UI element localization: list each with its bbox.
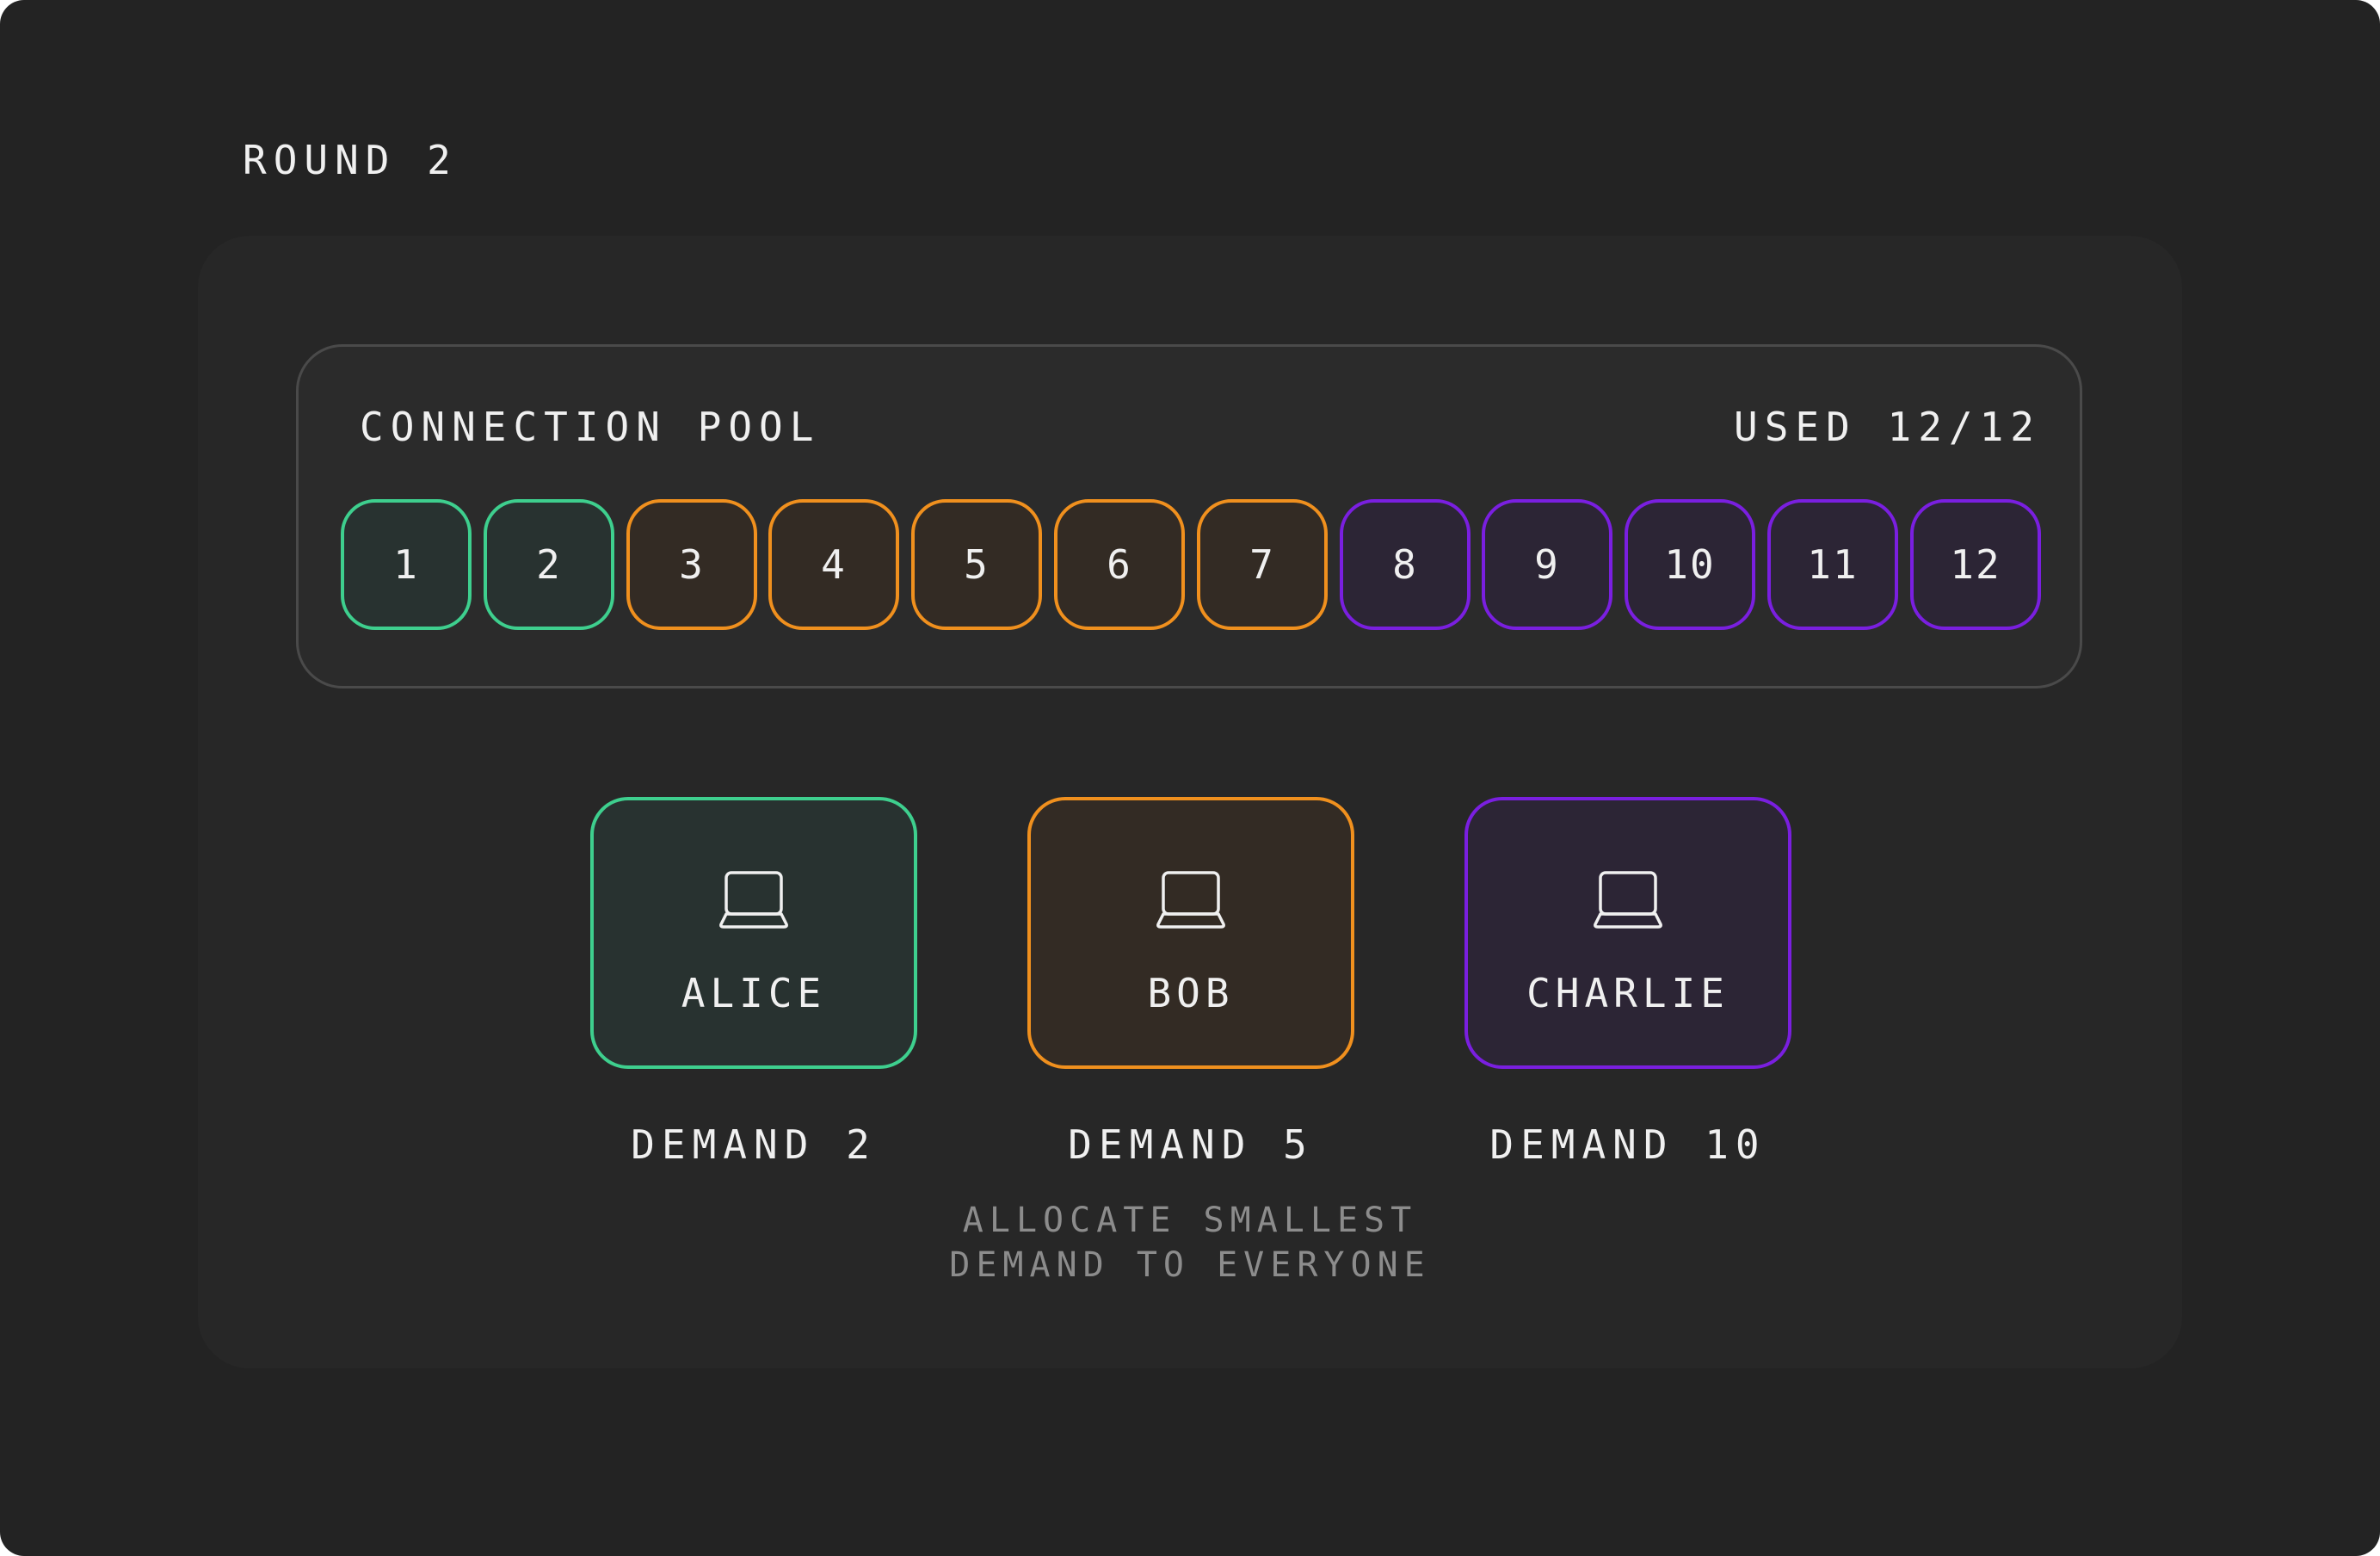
pool-slot-3: 3 <box>626 499 757 630</box>
pool-slot-8: 8 <box>1340 499 1471 630</box>
laptop-icon <box>1594 871 1662 929</box>
demand-bob: DEMAND 5 <box>1068 1121 1314 1168</box>
client-card-alice: ALICE <box>590 797 917 1069</box>
laptop-icon <box>719 871 788 929</box>
pool-slot-2: 2 <box>484 499 614 630</box>
pool-slot-6: 6 <box>1054 499 1185 630</box>
pool-slot-11: 11 <box>1767 499 1898 630</box>
pool-slot-9: 9 <box>1482 499 1612 630</box>
pool-title: CONNECTION POOL <box>360 404 821 450</box>
client-name: CHARLIE <box>1526 970 1730 1016</box>
pool-slot-4: 4 <box>768 499 899 630</box>
pool-slot-5: 5 <box>911 499 1042 630</box>
caption: ALLOCATE SMALLEST DEMAND TO EVERYONE <box>760 1198 1620 1287</box>
demand-alice: DEMAND 2 <box>631 1121 877 1168</box>
diagram-frame: ROUND 2 CONNECTION POOL USED 12/12 12345… <box>0 0 2380 1556</box>
client-card-charlie: CHARLIE <box>1464 797 1791 1069</box>
pool-slot-10: 10 <box>1625 499 1755 630</box>
pool-slot-12: 12 <box>1910 499 2041 630</box>
client-card-bob: BOB <box>1027 797 1354 1069</box>
caption-line: DEMAND TO EVERYONE <box>949 1245 1431 1285</box>
client-name: BOB <box>1147 970 1235 1016</box>
pool-usage: USED 12/12 <box>1734 404 2041 450</box>
laptop-icon <box>1156 871 1225 929</box>
caption-line: ALLOCATE SMALLEST <box>962 1201 1418 1240</box>
client-name: ALICE <box>681 970 827 1016</box>
demand-charlie: DEMAND 10 <box>1489 1121 1767 1168</box>
pool-slot-7: 7 <box>1197 499 1328 630</box>
round-title: ROUND 2 <box>243 137 458 183</box>
pool-slot-1: 1 <box>341 499 472 630</box>
